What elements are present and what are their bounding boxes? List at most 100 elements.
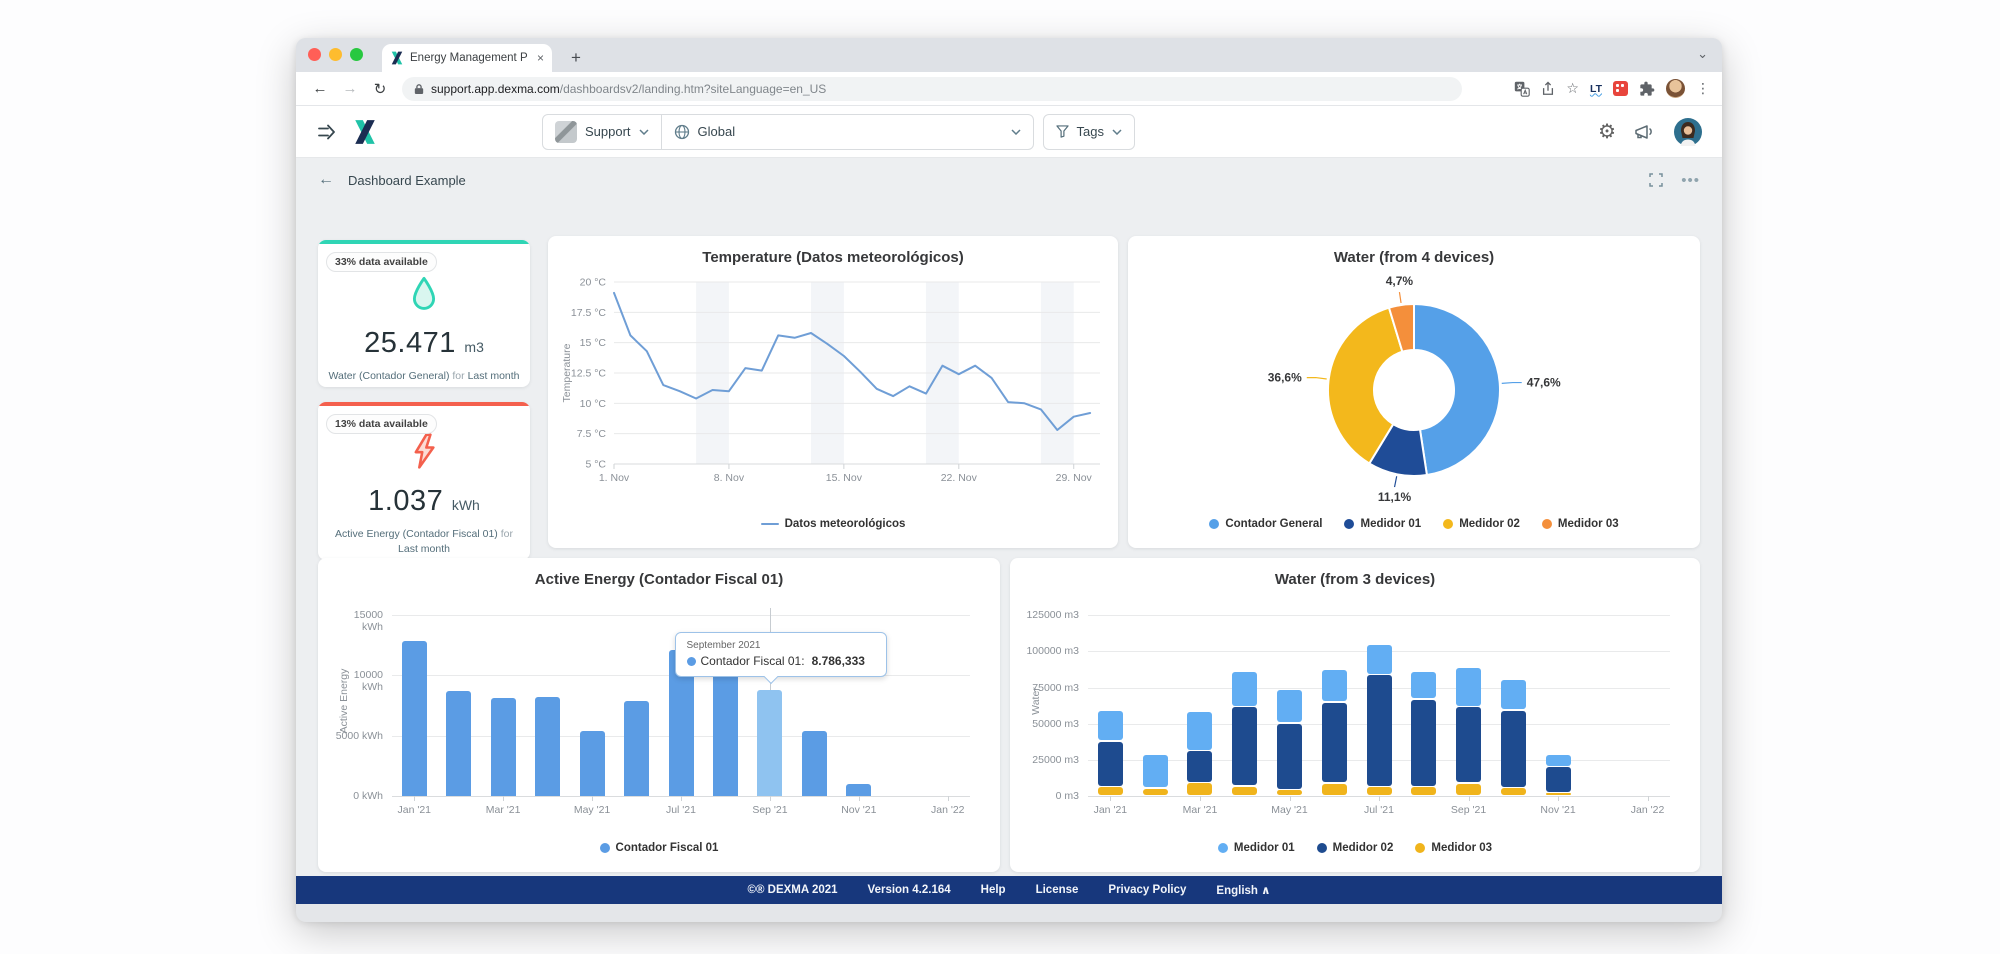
stacked-bar-segment-medidor-03[interactable] (1456, 784, 1481, 795)
url-field[interactable]: support.app.dexma.com/dashboardsv2/landi… (402, 77, 1462, 101)
stacked-bar-segment-medidor-03[interactable] (1367, 787, 1392, 794)
user-avatar[interactable] (1674, 118, 1702, 146)
stacked-bar-segment-medidor-03[interactable] (1187, 783, 1212, 795)
bar-nov21[interactable] (846, 784, 871, 796)
header-actions: ⚙ (1598, 118, 1702, 146)
stacked-bar-segment-medidor-01[interactable] (1411, 672, 1436, 698)
kpi-value: 25.471 m3 (318, 327, 530, 360)
y-axis-tick-label: 0 kWh (330, 790, 383, 802)
donut-slice-contador-general[interactable] (1414, 304, 1500, 475)
languagetool-extension-icon[interactable]: LT (1590, 83, 1602, 95)
reload-button[interactable]: ↻ (368, 80, 392, 98)
tab-close-icon[interactable]: × (537, 52, 544, 64)
legend-item[interactable]: Medidor 02 (1317, 842, 1394, 854)
y-axis-tick-label: 15000 kWh (330, 609, 383, 633)
minimize-window-button[interactable] (329, 48, 342, 61)
extension-icon-with-badge[interactable]: 7 (1613, 81, 1628, 96)
stacked-bar-segment-medidor-03[interactable] (1322, 784, 1347, 795)
stacked-bar-segment-medidor-01[interactable] (1143, 755, 1168, 788)
legend-item[interactable]: Medidor 03 (1542, 518, 1619, 530)
stacked-bar-segment-medidor-03[interactable] (1501, 788, 1526, 795)
stacked-bar-segment-medidor-02[interactable] (1501, 711, 1526, 787)
stacked-bar-segment-medidor-01[interactable] (1456, 668, 1481, 706)
new-tab-button[interactable]: + (564, 46, 588, 70)
legend-item[interactable]: Datos meteorológicos (761, 518, 906, 530)
more-options-icon[interactable]: ••• (1681, 172, 1700, 189)
stacked-bar-segment-medidor-02[interactable] (1277, 724, 1302, 789)
stacked-bar-segment-medidor-01[interactable] (1277, 690, 1302, 723)
bar-jan21[interactable] (402, 641, 427, 797)
kpi-caption: Water (Contador General) for Last month (318, 369, 530, 384)
back-button[interactable]: ← (308, 80, 332, 97)
stacked-bar-segment-medidor-01[interactable] (1232, 672, 1257, 705)
url-path: /dashboardsv2/landing.htm?siteLanguage=e… (560, 82, 827, 96)
zoom-window-button[interactable] (350, 48, 363, 61)
browser-toolbar: ← → ↻ support.app.dexma.com/dashboardsv2… (296, 72, 1722, 106)
forward-button[interactable]: → (338, 80, 362, 97)
stacked-bar-segment-medidor-02[interactable] (1456, 707, 1481, 782)
tooltip-caret (764, 670, 778, 684)
browser-menu-icon[interactable]: ⋮ (1696, 80, 1710, 97)
kpi-accent-bar (318, 402, 530, 406)
stacked-bar-segment-medidor-01[interactable] (1322, 670, 1347, 701)
chevron-down-icon (1011, 129, 1021, 135)
stacked-bar-segment-medidor-02[interactable] (1411, 700, 1436, 786)
stacked-bar-segment-medidor-02[interactable] (1098, 742, 1123, 786)
bar-may21[interactable] (580, 731, 605, 796)
stacked-bar-segment-medidor-03[interactable] (1232, 787, 1257, 795)
stacked-bar-segment-medidor-02[interactable] (1546, 767, 1571, 792)
stacked-bar-segment-medidor-02[interactable] (1367, 675, 1392, 786)
dexma-logo[interactable] (352, 118, 378, 146)
stacked-bar-segment-medidor-03[interactable] (1277, 790, 1302, 794)
fullscreen-icon[interactable] (1649, 173, 1663, 187)
footer-link-license[interactable]: License (1036, 884, 1079, 896)
stacked-bar-segment-medidor-01[interactable] (1187, 712, 1212, 750)
scope-selector[interactable]: Global (661, 115, 1033, 149)
legend-item[interactable]: Medidor 01 (1218, 842, 1295, 854)
legend-item[interactable]: Medidor 02 (1443, 518, 1520, 530)
legend-item[interactable]: Medidor 01 (1344, 518, 1421, 530)
translate-icon[interactable] (1514, 81, 1530, 97)
footer-link-help[interactable]: Help (981, 884, 1006, 896)
bookmark-star-icon[interactable]: ☆ (1566, 80, 1579, 97)
organization-selector[interactable]: Support (543, 115, 661, 149)
bar-mar21[interactable] (491, 698, 516, 796)
svg-text:8. Nov: 8. Nov (714, 472, 745, 484)
footer-link-privacy[interactable]: Privacy Policy (1108, 884, 1186, 896)
tags-selector[interactable]: Tags (1043, 114, 1135, 150)
tab-search-chevron-icon[interactable]: ⌄ (1697, 46, 1708, 62)
browser-profile-avatar[interactable] (1666, 79, 1685, 98)
x-axis-tickmark (859, 796, 860, 801)
stacked-bar-segment-medidor-02[interactable] (1232, 707, 1257, 785)
share-icon[interactable] (1541, 81, 1555, 97)
bar-apr21[interactable] (535, 697, 560, 796)
legend-item[interactable]: Medidor 03 (1415, 842, 1492, 854)
stacked-bar-segment-medidor-01[interactable] (1098, 711, 1123, 741)
stacked-bar-segment-medidor-03[interactable] (1411, 787, 1436, 794)
stacked-bar-segment-medidor-02[interactable] (1322, 703, 1347, 783)
stacked-bar-segment-medidor-01[interactable] (1367, 645, 1392, 674)
stacked-bar-segment-medidor-01[interactable] (1546, 755, 1571, 766)
stacked-bar-segment-medidor-01[interactable] (1501, 680, 1526, 710)
browser-tab[interactable]: Energy Management Platform × (382, 44, 552, 72)
back-arrow-icon[interactable]: ← (318, 171, 334, 189)
bar-oct21[interactable] (802, 731, 827, 796)
x-axis-tick-label: Jan '22 (903, 804, 992, 816)
bar-sep21[interactable] (757, 690, 782, 796)
stacked-bar-segment-medidor-03[interactable] (1143, 789, 1168, 795)
x-axis-tick-label: Jan '22 (1603, 804, 1693, 816)
legend-item[interactable]: Contador General (1209, 518, 1322, 530)
bar-jun21[interactable] (624, 701, 649, 796)
svg-text:29. Nov: 29. Nov (1056, 472, 1093, 484)
stacked-bar-segment-medidor-03[interactable] (1098, 787, 1123, 794)
close-window-button[interactable] (308, 48, 321, 61)
sidebar-toggle-icon[interactable] (316, 123, 338, 141)
extensions-puzzle-icon[interactable] (1639, 81, 1655, 97)
stacked-bar-segment-medidor-02[interactable] (1187, 751, 1212, 781)
stacked-bar-segment-medidor-03[interactable] (1546, 793, 1571, 795)
legend-item[interactable]: Contador Fiscal 01 (600, 842, 719, 854)
footer-language-selector[interactable]: English ∧ (1216, 883, 1270, 897)
settings-gear-icon[interactable]: ⚙ (1598, 122, 1616, 142)
announcements-megaphone-icon[interactable] (1634, 123, 1656, 141)
bar-feb21[interactable] (446, 691, 471, 796)
